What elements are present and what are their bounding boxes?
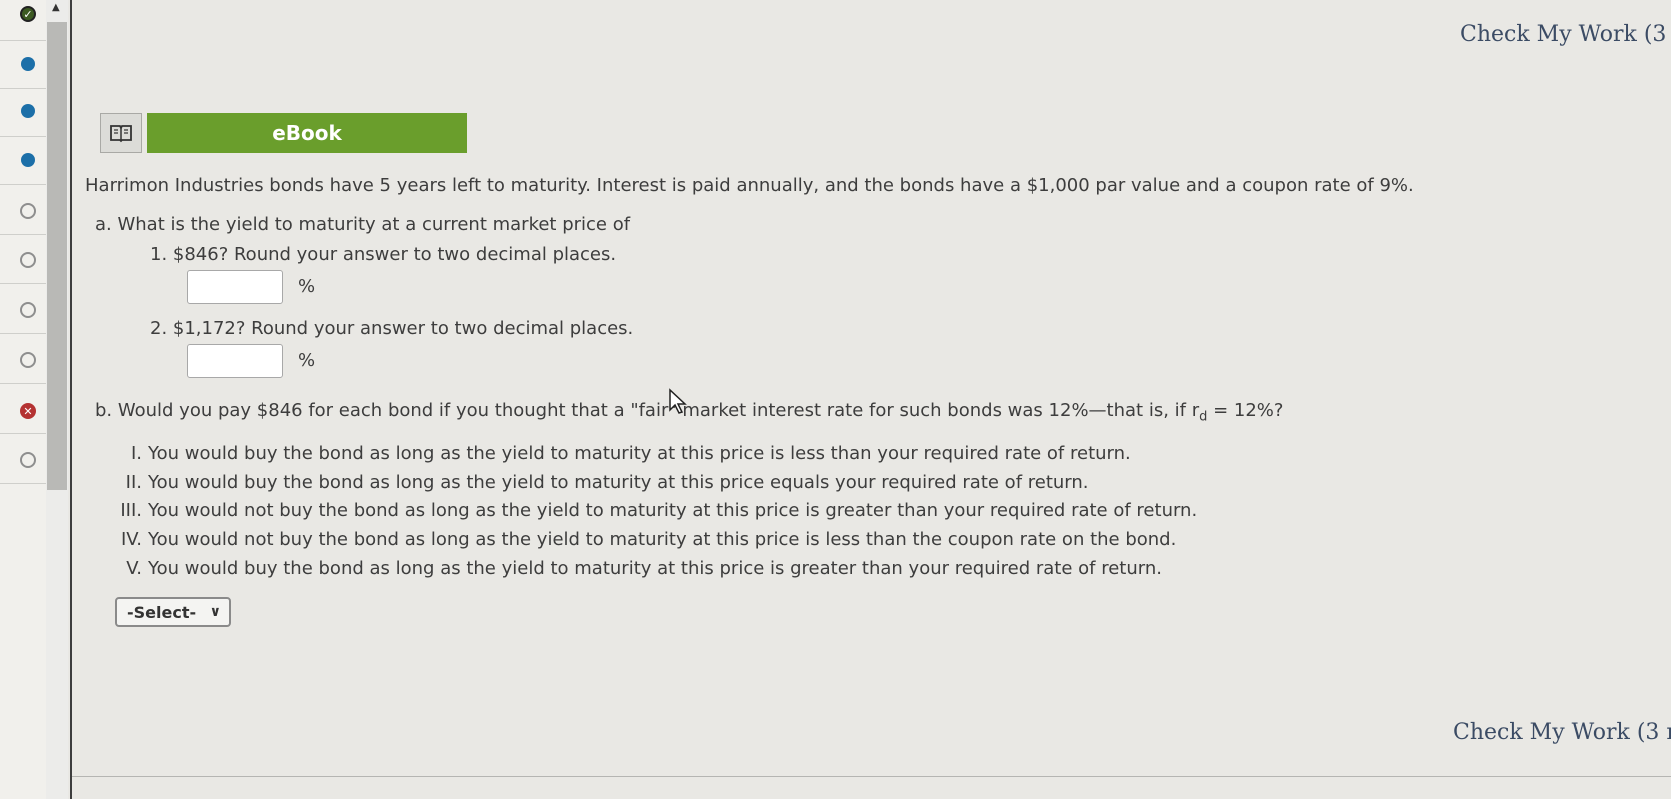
option-row: IV. You would not buy the bond as long as… (100, 529, 1176, 550)
part-a-prompt: a. What is the yield to maturity at a cu… (95, 214, 631, 235)
mouse-cursor-icon (669, 388, 687, 414)
percent-unit-label: % (298, 350, 316, 371)
check-my-work-link[interactable]: Check My Work (3 re (1460, 22, 1671, 47)
option-text: You would not buy the bond as long as th… (148, 529, 1177, 550)
question-nav-rail: ✓ ✕ (0, 0, 46, 799)
nav-item-7[interactable] (20, 302, 36, 318)
option-row: I. You would buy the bond as long as the … (100, 443, 1131, 464)
nav-divider (0, 433, 46, 434)
nav-divider (0, 40, 46, 41)
nav-divider (0, 88, 46, 89)
ytm-1172-input[interactable] (187, 344, 283, 378)
question-intro: Harrimon Industries bonds have 5 years l… (85, 175, 1414, 196)
ebook-button[interactable]: eBook (147, 113, 467, 153)
part-a-item-2-label: 2. $1,172? Round your answer to two deci… (150, 318, 634, 339)
scroll-up-icon[interactable]: ▲ (52, 2, 60, 13)
nav-divider (0, 184, 46, 185)
option-row: III. You would not buy the bond as long a… (100, 500, 1197, 521)
option-numeral: I. (130, 443, 142, 464)
nav-item-10[interactable] (20, 452, 36, 468)
select-label: -Select- (127, 602, 197, 622)
option-row: V. You would buy the bond as long as the … (100, 558, 1162, 579)
nav-item-1-check-icon[interactable]: ✓ (20, 6, 36, 22)
option-numeral: IV. (120, 529, 142, 550)
answer-select-dropdown[interactable]: -Select- ∨ (115, 597, 231, 627)
option-text: You would buy the bond as long as the yi… (148, 472, 1089, 493)
option-text: You would not buy the bond as long as th… (148, 500, 1198, 521)
part-a-item-1-label: 1. $846? Round your answer to two decima… (150, 244, 617, 265)
ytm-846-input[interactable] (187, 270, 283, 304)
option-numeral: II. (125, 472, 142, 493)
nav-item-8[interactable] (20, 352, 36, 368)
option-numeral: III. (120, 500, 142, 521)
check-my-work-link-bottom[interactable]: Check My Work (3 rei (1453, 720, 1671, 745)
option-row: II. You would buy the bond as long as the… (100, 472, 1089, 493)
chevron-down-icon: ∨ (209, 604, 221, 620)
nav-divider (0, 234, 46, 235)
option-numeral: V. (126, 558, 142, 579)
nav-item-9-x-icon[interactable]: ✕ (20, 403, 36, 419)
content-divider (70, 0, 72, 799)
nav-divider (0, 483, 46, 484)
bottom-divider (72, 776, 1671, 777)
percent-unit-label: % (298, 276, 316, 297)
part-b-prompt-end: = 12%? (1207, 400, 1284, 421)
nav-divider (0, 333, 46, 334)
nav-scrollbar-thumb[interactable] (47, 22, 67, 490)
option-text: You would buy the bond as long as the yi… (148, 443, 1131, 464)
nav-item-2[interactable] (21, 57, 35, 71)
book-icon-glyph (110, 125, 132, 143)
nav-item-5[interactable] (20, 203, 36, 219)
nav-divider (0, 383, 46, 384)
nav-item-6[interactable] (20, 252, 36, 268)
nav-item-3[interactable] (21, 104, 35, 118)
nav-divider (0, 283, 46, 284)
part-b-prompt-text: b. Would you pay $846 for each bond if y… (95, 400, 1200, 421)
book-icon[interactable] (100, 113, 142, 153)
option-text: You would buy the bond as long as the yi… (148, 558, 1162, 579)
nav-divider (0, 136, 46, 137)
nav-item-4[interactable] (21, 153, 35, 167)
